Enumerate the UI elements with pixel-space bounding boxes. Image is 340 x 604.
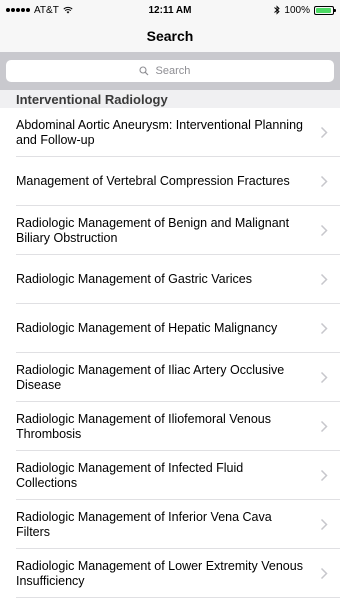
carrier-label: AT&T	[34, 4, 59, 16]
list-item-label: Radiologic Management of Benign and Mali…	[16, 215, 290, 245]
chevron-right-icon	[320, 567, 328, 580]
list-item[interactable]: Radiologic Management of Iliofemoral Ven…	[0, 402, 340, 451]
list-item[interactable]: Radiologic Management of Infected Fluid …	[0, 451, 340, 500]
bluetooth-icon	[274, 5, 281, 15]
list-item[interactable]: Radiologic Management of Inferior Vena C…	[0, 500, 340, 549]
list-item-label: Management of Vertebral Compression Frac…	[16, 174, 290, 188]
list-item[interactable]: Radiologic Management of Lower Extremity…	[0, 549, 340, 598]
list-item-label: Radiologic Management of Lower Extremity…	[16, 558, 303, 588]
chevron-right-icon	[320, 126, 328, 139]
list-item-label: Radiologic Management of Hepatic Maligna…	[16, 321, 278, 335]
list-item[interactable]: Radiologic Management of Benign and Mali…	[0, 206, 340, 255]
chevron-right-icon	[320, 469, 328, 482]
signal-strength-icon	[6, 8, 30, 12]
search-icon	[138, 66, 148, 76]
status-bar: AT&T 12:11 AM 100%	[0, 0, 340, 20]
chevron-right-icon	[320, 518, 328, 531]
topic-list: Abdominal Aortic Aneurysm: Interventiona…	[0, 108, 340, 598]
battery-percent: 100%	[284, 4, 310, 16]
page-title: Search	[146, 28, 194, 44]
chevron-right-icon	[320, 224, 328, 237]
chevron-right-icon	[320, 322, 328, 335]
battery-icon	[314, 5, 336, 15]
list-item-label: Radiologic Management of Iliofemoral Ven…	[16, 411, 272, 441]
search-bar	[0, 52, 340, 90]
chevron-right-icon	[320, 420, 328, 433]
navigation-bar: Search	[0, 20, 340, 52]
list-item-label: Radiologic Management of Infected Fluid …	[16, 460, 244, 490]
search-field[interactable]	[6, 60, 334, 82]
section-header: Interventional Radiology	[0, 90, 340, 108]
list-item-label: Radiologic Management of Inferior Vena C…	[16, 509, 272, 539]
status-left: AT&T	[6, 5, 73, 16]
list-item-label: Abdominal Aortic Aneurysm: Interventiona…	[16, 117, 303, 147]
list-item-label: Radiologic Management of Gastric Varices	[16, 272, 252, 286]
chevron-right-icon	[320, 175, 328, 188]
section-title: Interventional Radiology	[16, 92, 168, 107]
wifi-icon	[63, 6, 73, 14]
list-item[interactable]: Abdominal Aortic Aneurysm: Interventiona…	[0, 108, 340, 157]
chevron-right-icon	[320, 273, 328, 286]
search-input[interactable]	[153, 64, 202, 78]
list-item[interactable]: Radiologic Management of Iliac Artery Oc…	[0, 353, 340, 402]
list-item[interactable]: Management of Vertebral Compression Frac…	[0, 157, 340, 206]
list-item[interactable]: Radiologic Management of Gastric Varices	[0, 255, 340, 304]
chevron-right-icon	[320, 371, 328, 384]
list-item[interactable]: Radiologic Management of Hepatic Maligna…	[0, 304, 340, 353]
status-right: 100%	[274, 4, 336, 16]
list-item-label: Radiologic Management of Iliac Artery Oc…	[16, 362, 285, 392]
